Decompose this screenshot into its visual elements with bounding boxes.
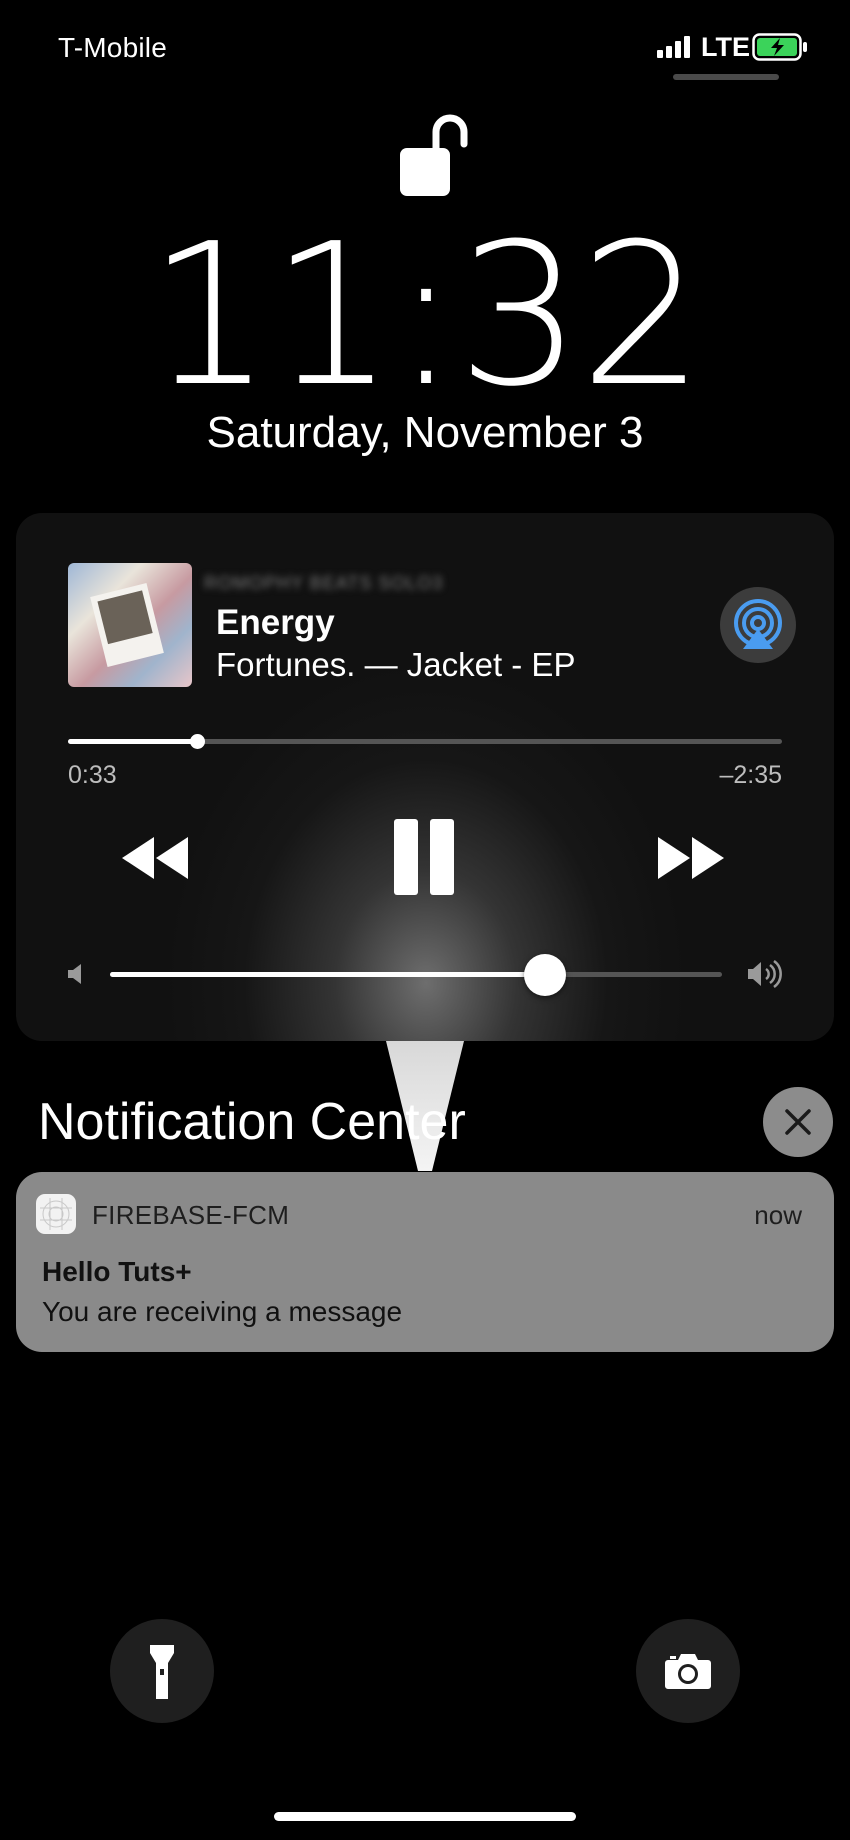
clear-notifications-button[interactable]: [763, 1087, 833, 1157]
flashlight-button[interactable]: [110, 1619, 214, 1723]
notification-title: Hello Tuts+: [42, 1256, 192, 1287]
notification-center-title: Notification Center: [38, 1093, 466, 1151]
home-indicator[interactable]: [274, 1812, 576, 1821]
notification-app-name: FIREBASE-FCM: [92, 1200, 290, 1230]
status-bar: T-Mobile LTE: [0, 0, 850, 80]
close-icon: [785, 1109, 811, 1135]
fast-forward-icon[interactable]: [656, 835, 726, 881]
volume-low-icon: [68, 964, 81, 984]
control-center-grabber[interactable]: [673, 74, 779, 80]
signal-bars-icon: [657, 36, 690, 58]
volume-fill: [110, 972, 545, 977]
airplay-button[interactable]: [720, 587, 796, 663]
notification-time: now: [754, 1200, 802, 1230]
notification-card[interactable]: FIREBASE-FCM now Hello Tuts+ You are rec…: [16, 1172, 834, 1352]
elapsed-time: 0:33: [68, 761, 117, 789]
unlocked-padlock-icon: [400, 114, 468, 196]
album-artwork[interactable]: [68, 563, 192, 687]
playback-scrubber-knob[interactable]: [189, 734, 205, 749]
volume-high-icon: [748, 960, 782, 988]
camera-icon: [665, 1654, 711, 1689]
volume-knob[interactable]: [523, 954, 566, 996]
playback-device-label: ROMOPHY BEATS SOLO3: [204, 573, 444, 593]
now-playing-widget: ROMOPHY BEATS SOLO3 Energy Fortunes. — J…: [16, 513, 834, 1041]
firebase-app-icon: [36, 1194, 76, 1234]
lock-screen-time: 11:32: [147, 202, 705, 430]
notification-body: You are receiving a message: [42, 1296, 403, 1327]
carrier-name: T-Mobile: [58, 32, 167, 63]
song-title: Energy: [216, 603, 335, 642]
playback-scrubber[interactable]: [68, 734, 782, 749]
network-type: LTE: [701, 32, 750, 62]
playback-progress-fill: [68, 739, 197, 744]
flashlight-icon: [150, 1645, 174, 1699]
camera-button[interactable]: [636, 1619, 740, 1723]
battery-charging-icon: [752, 33, 807, 61]
artist-album: Fortunes. — Jacket - EP: [216, 646, 576, 683]
airplay-audio-icon: [734, 599, 782, 649]
remaining-time: –2:35: [719, 761, 782, 789]
pause-icon: [394, 819, 418, 895]
volume-slider[interactable]: [110, 954, 722, 996]
pause-button[interactable]: [394, 819, 454, 895]
lock-screen-date: Saturday, November 3: [206, 408, 644, 457]
rewind-icon[interactable]: [120, 835, 190, 881]
